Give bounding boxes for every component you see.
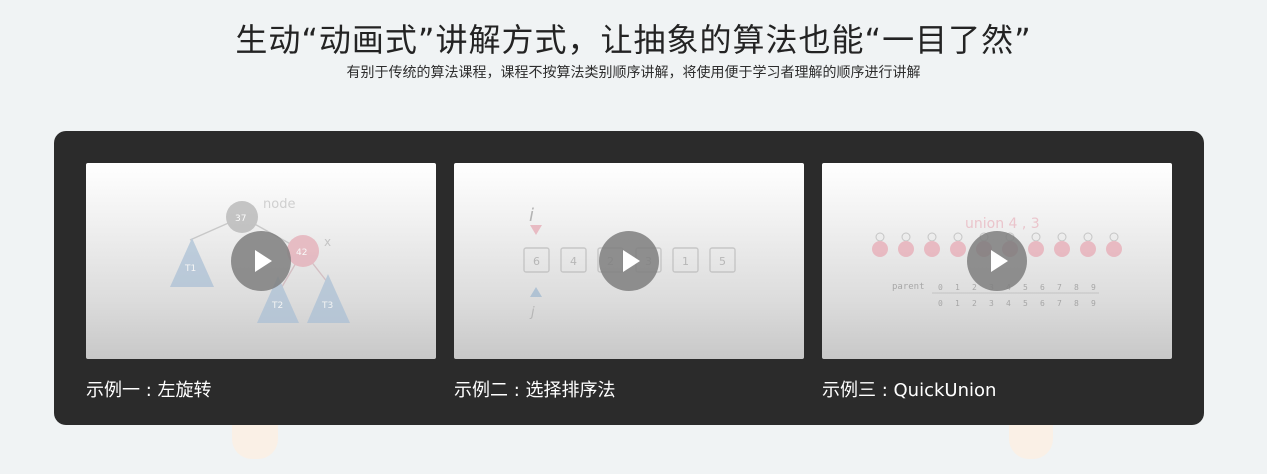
decorative-shape-right — [1009, 425, 1053, 459]
parent-value-6: 6 — [1040, 299, 1045, 308]
parent-value-1: 1 — [955, 299, 960, 308]
tree-t2-label: T2 — [271, 301, 283, 311]
index-5: 5 — [1023, 283, 1028, 292]
parent-value-8: 8 — [1074, 299, 1079, 308]
play-button[interactable] — [599, 231, 659, 291]
play-button[interactable] — [967, 231, 1027, 291]
index-7: 7 — [1057, 283, 1062, 292]
example-card-left-rotation[interactable]: node x 37 42 T1 T2 T3 示例一 : 左旋转 — [86, 163, 436, 413]
sort-value-5: 5 — [719, 255, 726, 268]
example-card-selection-sort[interactable]: i 6 4 2 3 1 5 — [454, 163, 804, 413]
index-2: 2 — [972, 283, 977, 292]
page-subtitle: 有别于传统的算法课程，课程不按算法类别顺序讲解，将使用便于学习者理解的顺序进行讲… — [346, 65, 921, 81]
course-feature-page: 生动“动画式”讲解方式，让抽象的算法也能“一目了然” 有别于传统的算法课程，课程… — [0, 0, 1267, 474]
parent-value-4: 4 — [1006, 299, 1011, 308]
tree-node-37-label: 37 — [235, 214, 246, 224]
examples-panel: node x 37 42 T1 T2 T3 示例一 : 左旋转 i 6 4 1 … — [54, 131, 1204, 425]
parent-value-3: 3 — [989, 299, 994, 308]
parent-value-0: 0 — [938, 299, 943, 308]
index-9: 9 — [1091, 283, 1096, 292]
index-8: 8 — [1074, 283, 1079, 292]
sort-value-4: 1 — [682, 255, 689, 268]
tree-x-label: x — [324, 235, 331, 249]
decorative-shape-left — [232, 425, 278, 459]
example-caption[interactable]: 示例三 : QuickUnion — [822, 378, 1172, 404]
feature-header: 生动“动画式”讲解方式，让抽象的算法也能“一目了然” 有别于传统的算法课程，课程… — [0, 0, 1267, 130]
parent-value-7: 7 — [1057, 299, 1062, 308]
index-6: 6 — [1040, 283, 1045, 292]
example-video-list: node x 37 42 T1 T2 T3 示例一 : 左旋转 i 6 4 1 … — [86, 163, 1172, 413]
video-thumbnail-quick-union[interactable]: union 4 , 3 parent 0 1 2 5 6 7 8 9 0 1 2… — [822, 163, 1172, 359]
video-thumbnail-left-rotation[interactable]: node x 37 42 T1 T2 T3 — [86, 163, 436, 359]
index-0: 0 — [938, 283, 943, 292]
example-caption[interactable]: 示例一 : 左旋转 — [86, 378, 436, 404]
sort-value-0: 6 — [533, 255, 540, 268]
parent-label: parent — [892, 282, 925, 292]
index-1: 1 — [955, 283, 960, 292]
sort-value-1: 4 — [570, 255, 577, 268]
page-title: 生动“动画式”讲解方式，让抽象的算法也能“一目了然” — [235, 21, 1032, 59]
parent-value-2: 2 — [972, 299, 977, 308]
play-icon — [255, 250, 272, 272]
play-icon — [991, 250, 1008, 272]
tree-node-label: node — [263, 197, 295, 212]
parent-value-9: 9 — [1091, 299, 1096, 308]
video-thumbnail-selection-sort[interactable]: i 6 4 2 3 1 5 — [454, 163, 804, 359]
sort-i-label: i — [529, 205, 534, 226]
sort-j-label: j — [529, 305, 535, 320]
play-icon — [623, 250, 640, 272]
example-caption[interactable]: 示例二 : 选择排序法 — [454, 378, 804, 404]
tree-t3-label: T3 — [321, 301, 333, 311]
play-button[interactable] — [231, 231, 291, 291]
example-card-quick-union[interactable]: union 4 , 3 parent 0 1 2 5 6 7 8 9 0 1 2… — [822, 163, 1172, 413]
union-operation-label: union 4 , 3 — [965, 216, 1040, 232]
tree-node-42-label: 42 — [296, 248, 307, 258]
parent-value-5: 5 — [1023, 299, 1028, 308]
tree-t1-label: T1 — [184, 264, 196, 274]
